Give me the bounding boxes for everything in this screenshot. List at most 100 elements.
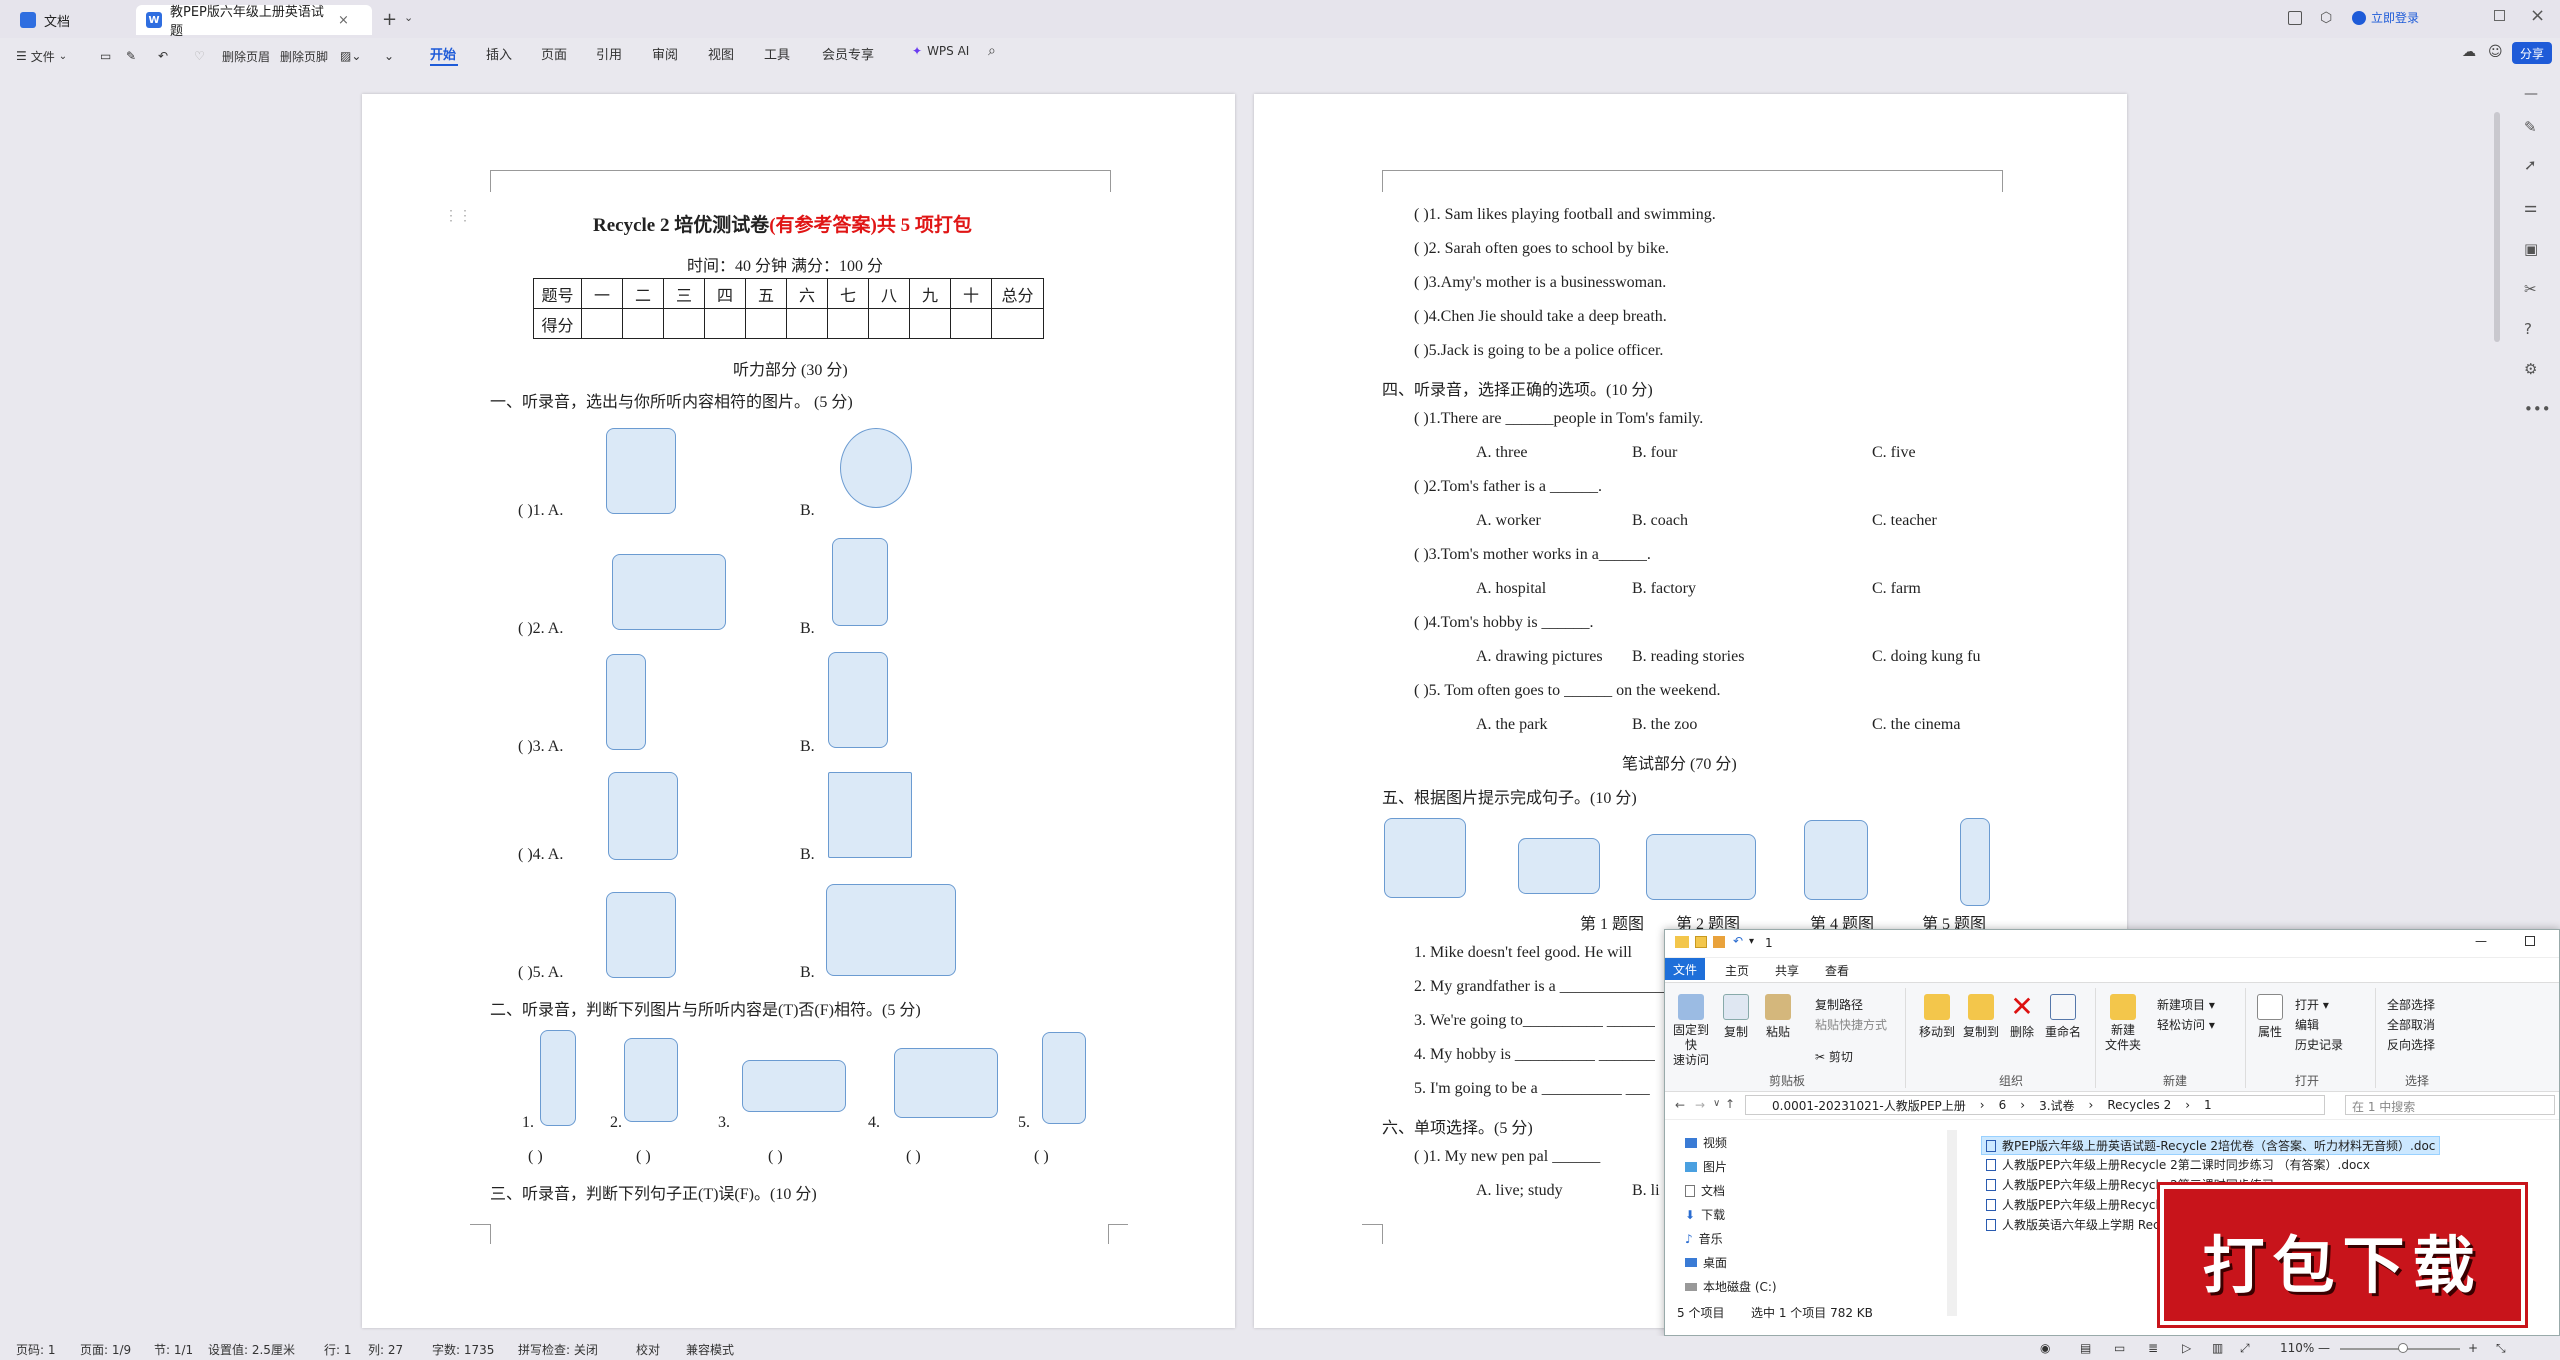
nav-item-pictures[interactable]: 图片	[1685, 1158, 1727, 1175]
folder-icon[interactable]	[1713, 936, 1725, 948]
search-icon[interactable]: ⌕	[988, 43, 996, 59]
help-icon[interactable]: ?	[2524, 320, 2532, 338]
table-cell[interactable]	[663, 308, 705, 339]
play-icon[interactable]: ▷	[2182, 1341, 2191, 1355]
tab-insert[interactable]: 插入	[486, 44, 512, 63]
invert-selection-button[interactable]: 反向选择	[2387, 1036, 2435, 1053]
edit-button[interactable]: 编辑	[2295, 1016, 2319, 1033]
file-item[interactable]: 人教版PEP六年级上册Recycle 2第二课时同步练习 （有答案）.docx	[1981, 1156, 2370, 1173]
tab-references[interactable]: 引用	[596, 44, 622, 63]
nav-item-videos[interactable]: 视频	[1685, 1134, 1727, 1151]
minimize-icon[interactable]: —	[2475, 934, 2487, 948]
file-item[interactable]: 人教版英语六年级上学期 Rec	[1981, 1216, 2160, 1233]
nav-item-drive-c[interactable]: 本地磁盘 (C:)	[1685, 1278, 1777, 1295]
file-menu[interactable]: ☰ 文件 ⌄	[16, 46, 67, 66]
zoom-in-icon[interactable]: +	[2468, 1341, 2478, 1355]
forward-icon[interactable]: →	[1695, 1098, 1705, 1112]
style-icon[interactable]: ▣	[2524, 240, 2538, 258]
delete-button[interactable]: ✕ 删除	[2009, 993, 2035, 1040]
maximize-icon[interactable]	[2525, 936, 2535, 946]
delete-header-button[interactable]: 删除页眉	[222, 46, 270, 66]
pen-icon[interactable]: ✎	[2524, 118, 2537, 136]
delete-footer-button[interactable]: 删除页脚	[280, 46, 328, 66]
tab-file[interactable]: 文件	[1665, 958, 1705, 980]
back-icon[interactable]: ←	[1675, 1098, 1685, 1112]
new-folder-button[interactable]: 新建 文件夹	[2105, 994, 2141, 1053]
zoom-slider-thumb[interactable]	[2398, 1343, 2408, 1353]
table-cell[interactable]	[909, 308, 951, 339]
status-proof[interactable]: 校对	[636, 1341, 660, 1358]
select-none-button[interactable]: 全部取消	[2387, 1016, 2435, 1033]
breadcrumb[interactable]: 3.试卷	[2039, 1097, 2074, 1114]
tab-home[interactable]: 主页	[1725, 962, 1749, 979]
tab-view[interactable]: 查看	[1825, 962, 1849, 979]
fit-icon[interactable]: ⤢	[2240, 1341, 2250, 1356]
chevron-down-icon[interactable]: ⌄	[404, 11, 413, 24]
wps-ai-button[interactable]: ✦ WPS AI	[912, 44, 969, 58]
cloud-icon[interactable]: ☁	[2462, 44, 2476, 60]
more-icon[interactable]: •••	[2524, 400, 2551, 418]
eye-icon[interactable]: ◉	[2040, 1341, 2050, 1355]
history-button[interactable]: 历史记录	[2295, 1036, 2343, 1053]
table-cell[interactable]	[827, 308, 869, 339]
pin-button[interactable]: 固定到快 速访问	[1671, 994, 1711, 1068]
status-words[interactable]: 字数: 1735	[432, 1341, 494, 1358]
breadcrumb[interactable]: 0.0001-20231021-人教版PEP上册	[1772, 1097, 1966, 1114]
settings-icon[interactable]: ⚙	[2524, 360, 2537, 378]
status-spell[interactable]: 拼写检查: 关闭	[518, 1341, 598, 1358]
paste-button[interactable]: 粘贴	[1765, 994, 1791, 1040]
restore-icon[interactable]	[2494, 10, 2505, 21]
user-icon[interactable]: ☺	[2488, 44, 2503, 60]
copy-to-button[interactable]: 复制到	[1963, 994, 1999, 1040]
nav-item-music[interactable]: ♪ 音乐	[1685, 1230, 1723, 1247]
login-button[interactable]: 立即登录	[2352, 9, 2419, 26]
file-item[interactable]: 人教版PEP六年级上册Recycle 2	[1981, 1196, 2178, 1213]
tools-icon[interactable]: ✂	[2524, 280, 2537, 298]
more-icon[interactable]: ⌄	[384, 46, 394, 66]
new-item-button[interactable]: 新建项目 ▾	[2157, 996, 2215, 1013]
copy-path-button[interactable]: 复制路径	[1815, 996, 1863, 1013]
picture-icon[interactable]: ▨⌄	[340, 46, 361, 66]
undo-icon[interactable]: ↶	[1733, 934, 1743, 948]
status-zoom[interactable]: 110%	[2280, 1341, 2314, 1355]
brush-icon[interactable]: ✎	[126, 46, 136, 66]
close-icon[interactable]: ×	[338, 13, 349, 28]
up-icon[interactable]: ↑	[1725, 1097, 1735, 1111]
table-cell[interactable]	[786, 308, 828, 339]
copy-button[interactable]: 复制	[1723, 994, 1749, 1040]
tab-review[interactable]: 审阅	[652, 44, 678, 63]
window-icon[interactable]	[2288, 11, 2302, 25]
table-cell[interactable]	[745, 308, 787, 339]
drag-handle-icon[interactable]: ⋮⋮	[444, 208, 472, 225]
table-cell[interactable]	[581, 308, 623, 339]
status-pages[interactable]: 页面: 1/9	[80, 1341, 131, 1358]
rename-button[interactable]: 重命名	[2045, 994, 2081, 1040]
tab-page[interactable]: 页面	[541, 44, 567, 63]
tab-tools[interactable]: 工具	[764, 44, 790, 63]
move-to-button[interactable]: 移动到	[1919, 994, 1955, 1040]
layout-icon[interactable]: ▥	[2212, 1341, 2223, 1355]
breadcrumb[interactable]: 1	[2204, 1098, 2212, 1112]
table-cell[interactable]	[704, 308, 746, 339]
select-all-button[interactable]: 全部选择	[2387, 996, 2435, 1013]
tab-member[interactable]: 会员专享	[822, 44, 874, 63]
nav-scrollbar[interactable]	[1947, 1130, 1957, 1316]
cut-button[interactable]: ✂ 剪切	[1815, 1048, 1853, 1065]
share-button[interactable]: 分享	[2512, 42, 2552, 64]
minus-icon[interactable]: —	[2524, 86, 2538, 102]
address-bar[interactable]: 0.0001-20231021-人教版PEP上册 › 6 › 3.试卷 › Recyc…	[1745, 1095, 2325, 1115]
fullscreen-icon[interactable]: ⤡	[2496, 1341, 2506, 1356]
breadcrumb[interactable]: 6	[1999, 1098, 2007, 1112]
breadcrumb[interactable]: Recycles 2	[2107, 1098, 2171, 1112]
nav-item-downloads[interactable]: ⬇ 下载	[1685, 1206, 1725, 1223]
table-cell[interactable]	[991, 308, 1044, 339]
chevron-down-icon[interactable]: ∨	[1713, 1098, 1720, 1109]
nav-item-desktop[interactable]: 桌面	[1685, 1254, 1727, 1271]
zoom-out-icon[interactable]: —	[2318, 1341, 2330, 1355]
status-setting[interactable]: 设置值: 2.5厘米	[208, 1341, 295, 1358]
properties-button[interactable]: 属性	[2257, 994, 2283, 1040]
save-icon[interactable]: ▭	[100, 46, 111, 66]
tab-document[interactable]: W 教PEP版六年级上册英语试题 ×	[136, 5, 372, 39]
table-cell[interactable]	[950, 308, 992, 339]
easy-access-button[interactable]: 轻松访问 ▾	[2157, 1016, 2215, 1033]
